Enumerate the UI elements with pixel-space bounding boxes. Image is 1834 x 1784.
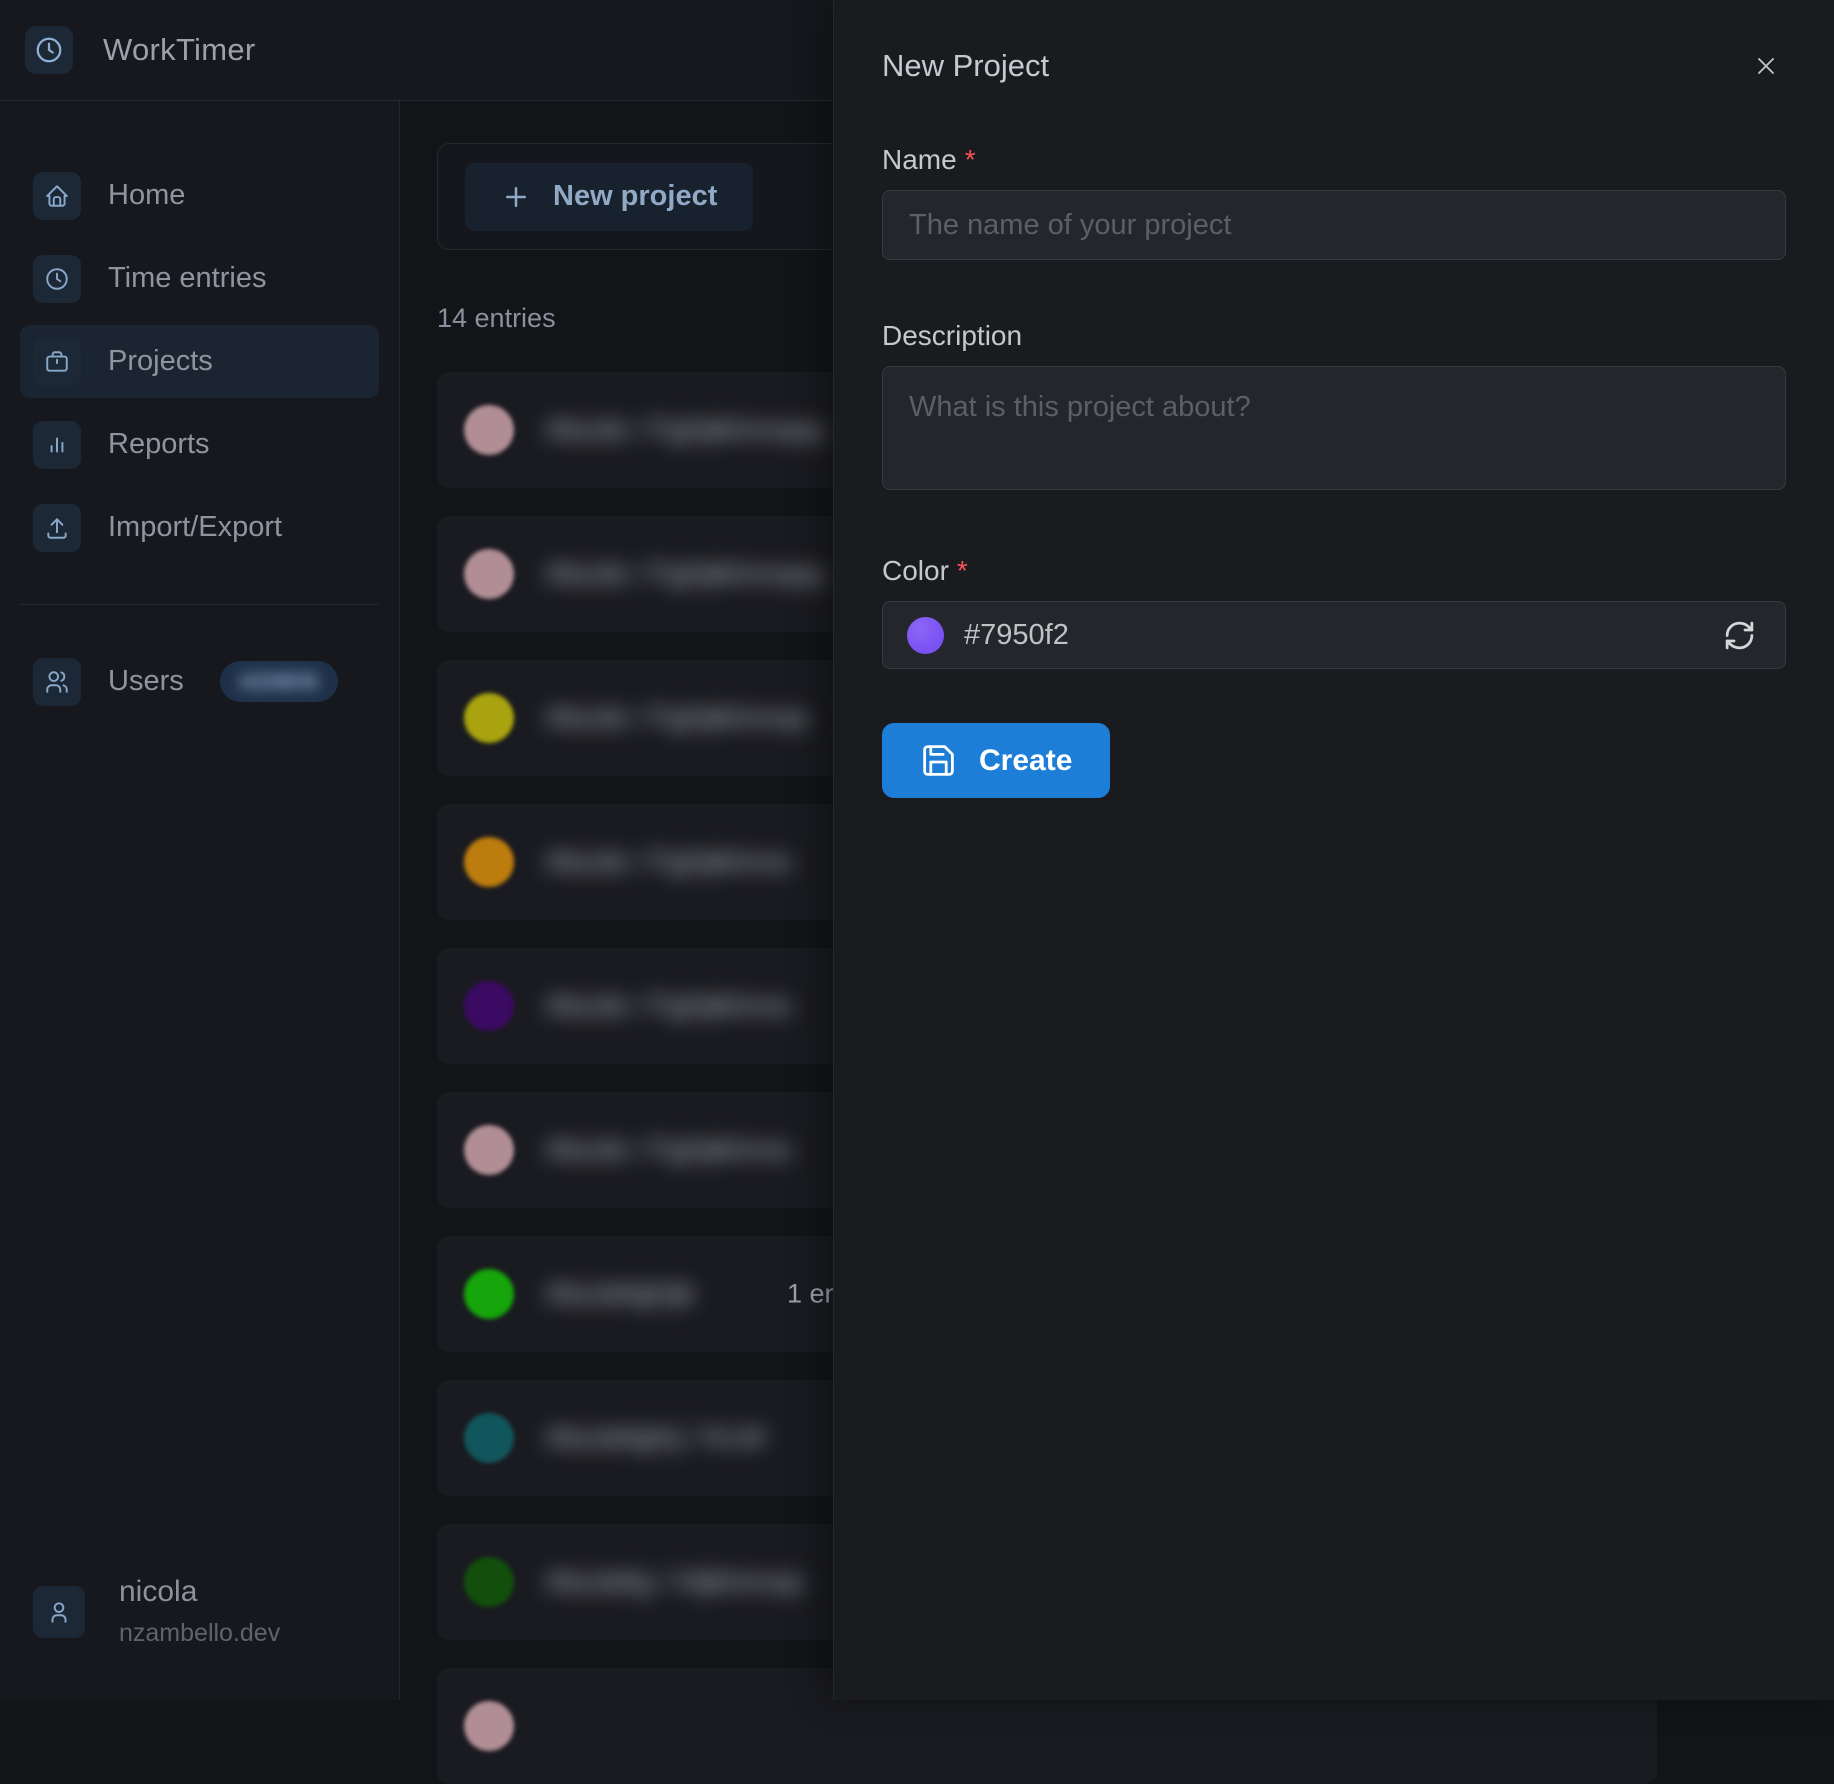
briefcase-icon xyxy=(33,338,81,386)
project-name-blurred: Abcde / Fghijklmno xyxy=(545,990,792,1023)
sidebar-item-home[interactable]: Home xyxy=(20,159,379,232)
sidebar-item-label: Reports xyxy=(108,428,210,461)
home-icon xyxy=(33,172,81,220)
sidebar-item-projects[interactable]: Projects xyxy=(20,325,379,398)
close-drawer-button[interactable] xyxy=(1746,46,1786,86)
app-title: WorkTimer xyxy=(103,32,256,68)
clock-logo-icon xyxy=(34,35,64,65)
sidebar-nav: Home Time entries Projects Reports Import/Ex… xyxy=(0,159,399,564)
sidebar-item-label: Users xyxy=(108,665,184,698)
sidebar-divider xyxy=(20,604,379,605)
drawer-title: New Project xyxy=(882,48,1049,84)
description-textarea[interactable] xyxy=(882,366,1786,490)
project-color-dot xyxy=(464,1701,514,1751)
project-color-dot xyxy=(464,693,514,743)
project-color-dot xyxy=(464,1269,514,1319)
app-logo xyxy=(25,26,73,74)
randomize-color-button[interactable] xyxy=(1717,613,1761,657)
new-project-form: Name* Description Color* #7950f2 Create xyxy=(834,144,1834,798)
project-name-blurred: Abcde / Fghijklmnopq xyxy=(545,414,824,447)
color-label: Color* xyxy=(882,555,1786,587)
new-project-button[interactable]: New project xyxy=(465,163,753,231)
project-name-blurred: Abcdefghijk xyxy=(545,1278,695,1311)
sidebar-item-label: Time entries xyxy=(108,262,266,295)
sidebar-item-reports[interactable]: Reports xyxy=(20,408,379,481)
name-label: Name* xyxy=(882,144,1786,176)
project-name-blurred: Abcde / Fghijklmnop xyxy=(545,702,808,735)
project-color-dot xyxy=(464,1125,514,1175)
name-input[interactable] xyxy=(882,190,1786,260)
bar-chart-icon xyxy=(33,421,81,469)
project-name-blurred: Abcde / Fghijklmno xyxy=(545,846,792,879)
create-button[interactable]: Create xyxy=(882,723,1110,798)
footer-domain: nzambello.dev xyxy=(119,1619,280,1648)
refresh-icon xyxy=(1723,619,1756,652)
sidebar-item-users[interactable]: Users ADMIN xyxy=(20,645,379,718)
sidebar-item-time-entries[interactable]: Time entries xyxy=(20,242,379,315)
sidebar-item-label: Home xyxy=(108,179,185,212)
project-name-blurred: Abcdefg / Hijklmnop xyxy=(545,1566,803,1599)
project-color-dot xyxy=(464,405,514,455)
drawer-header: New Project xyxy=(834,0,1834,86)
project-name-blurred: Abcdefghij / KLM xyxy=(545,1422,764,1455)
users-icon xyxy=(33,658,81,706)
project-color-dot xyxy=(464,837,514,887)
project-color-dot xyxy=(464,1557,514,1607)
footer-username: nicola xyxy=(119,1575,280,1609)
sidebar-item-import-export[interactable]: Import/Export xyxy=(20,491,379,564)
color-value: #7950f2 xyxy=(964,619,1069,652)
avatar xyxy=(33,1586,85,1638)
project-name-blurred: Abcde / Fghijklmno xyxy=(545,1134,792,1167)
required-marker: * xyxy=(957,555,968,586)
description-label: Description xyxy=(882,320,1786,352)
project-name-blurred: Abcde / Fghijklmnopq xyxy=(545,558,824,591)
sidebar-item-label: Import/Export xyxy=(108,511,282,544)
project-color-dot xyxy=(464,1413,514,1463)
clock-icon xyxy=(33,255,81,303)
required-marker: * xyxy=(965,144,976,175)
save-icon xyxy=(920,742,957,779)
admin-badge-text: ADMIN xyxy=(239,669,319,695)
sidebar-item-label: Projects xyxy=(108,345,213,378)
new-project-button-label: New project xyxy=(553,180,717,213)
project-color-dot xyxy=(464,549,514,599)
color-input[interactable]: #7950f2 xyxy=(882,601,1786,669)
color-swatch xyxy=(907,617,944,654)
sidebar-user-footer[interactable]: nicola nzambello.dev xyxy=(20,1575,293,1648)
project-color-dot xyxy=(464,981,514,1031)
new-project-drawer: New Project Name* Description Color* #79… xyxy=(833,0,1834,1700)
close-icon xyxy=(1752,52,1780,80)
entries-count: 14 entries xyxy=(437,303,556,334)
plus-icon xyxy=(501,182,531,212)
create-button-label: Create xyxy=(979,744,1072,778)
upload-icon xyxy=(33,504,81,552)
sidebar: Home Time entries Projects Reports Import/Ex… xyxy=(0,101,400,1700)
admin-badge: ADMIN xyxy=(220,661,338,702)
